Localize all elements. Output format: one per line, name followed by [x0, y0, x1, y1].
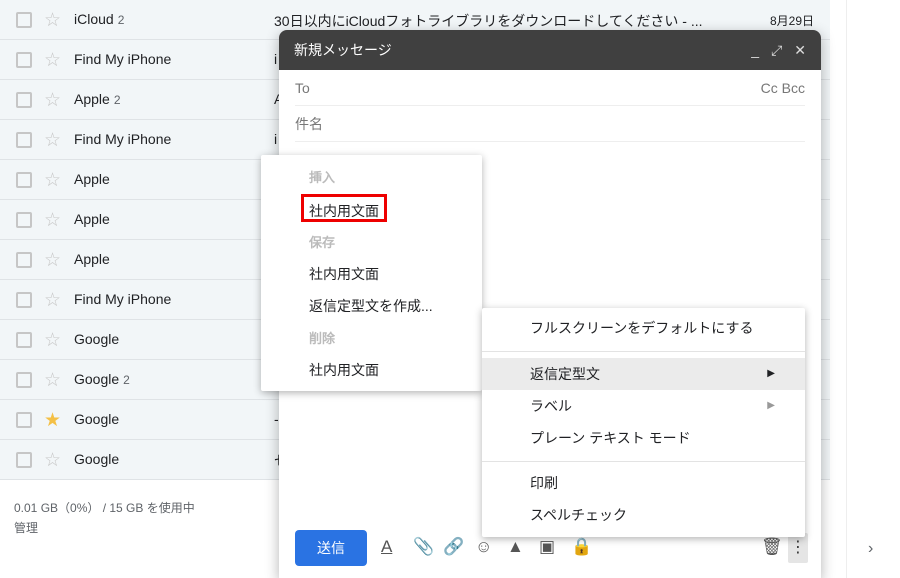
select-checkbox[interactable]: [16, 332, 32, 348]
delete-header: 削除: [309, 331, 336, 346]
select-checkbox[interactable]: [16, 12, 32, 28]
star-icon[interactable]: ☆: [44, 89, 61, 112]
subject-field[interactable]: 件名: [295, 106, 805, 142]
email-sender: Find My iPhone: [74, 131, 172, 147]
more-options-button[interactable]: ⋮: [788, 533, 808, 563]
delete-template-item[interactable]: 社内用文面: [309, 360, 379, 380]
divider: [482, 351, 805, 352]
divider: [482, 461, 805, 462]
email-sender: Apple: [74, 211, 110, 227]
plaintext-mode-item[interactable]: プレーン テキスト モード: [482, 422, 805, 454]
email-date: 8月29日: [769, 14, 814, 28]
star-icon[interactable]: ☆: [44, 249, 61, 272]
select-checkbox[interactable]: [16, 292, 32, 308]
select-checkbox[interactable]: [16, 452, 32, 468]
save-template-item[interactable]: 社内用文面: [309, 264, 379, 284]
select-checkbox[interactable]: [16, 132, 32, 148]
fullscreen-icon[interactable]: ⤢: [771, 42, 782, 59]
confidential-mode-icon[interactable]: 🔒: [571, 537, 592, 557]
templates-submenu: 挿入 社内用文面 保存 社内用文面 返信定型文を作成... 削除 社内用文面: [261, 155, 482, 391]
label-label: ラベル: [530, 398, 572, 414]
email-sender: Apple: [74, 171, 110, 187]
email-sender: Google: [74, 411, 120, 427]
print-item[interactable]: 印刷: [482, 467, 805, 499]
email-sender: Apple: [74, 251, 110, 267]
email-sender: Apple 2: [74, 91, 121, 107]
manage-link[interactable]: 管理: [14, 518, 195, 538]
star-icon[interactable]: ☆: [44, 329, 61, 352]
templates-label: 返信定型文: [530, 366, 600, 382]
label-item[interactable]: ラベル ▶: [482, 390, 805, 422]
storage-info: 0.01 GB（0%） / 15 GB を使用中 管理: [14, 498, 195, 538]
fullscreen-default-item[interactable]: フルスクリーンをデフォルトにする: [482, 312, 805, 344]
star-icon[interactable]: ☆: [44, 169, 61, 192]
select-checkbox[interactable]: [16, 212, 32, 228]
more-options-menu: フルスクリーンをデフォルトにする 返信定型文 ▶ ラベル ▶ プレーン テキスト モ…: [482, 308, 805, 537]
create-template-item[interactable]: 返信定型文を作成...: [309, 296, 433, 316]
star-icon[interactable]: ☆: [44, 449, 61, 472]
close-icon[interactable]: ✕: [794, 42, 806, 59]
star-icon[interactable]: ☆: [44, 209, 61, 232]
star-icon[interactable]: ☆: [44, 289, 61, 312]
email-sender: Google: [74, 451, 120, 467]
select-checkbox[interactable]: [16, 52, 32, 68]
star-icon[interactable]: ☆: [44, 9, 61, 32]
select-checkbox[interactable]: [16, 172, 32, 188]
select-checkbox[interactable]: [16, 252, 32, 268]
star-icon[interactable]: ☆: [44, 369, 61, 392]
highlight-box: [301, 194, 387, 222]
to-field[interactable]: To Cc Bcc: [295, 70, 805, 106]
email-sender: iCloud 2: [74, 11, 125, 27]
thread-count: 2: [113, 93, 121, 107]
attach-icon[interactable]: 📎: [413, 537, 434, 557]
star-icon[interactable]: ☆: [44, 129, 61, 152]
email-sender: Google: [74, 331, 120, 347]
star-icon[interactable]: ★: [44, 409, 61, 432]
discard-trash-icon[interactable]: 🗑: [761, 537, 783, 557]
cc-bcc-link[interactable]: Cc Bcc: [761, 80, 805, 96]
to-label: To: [295, 79, 310, 96]
email-sender: Google 2: [74, 371, 130, 387]
drive-icon[interactable]: ▲: [507, 537, 524, 557]
thread-count: 2: [123, 373, 130, 387]
storage-usage: 0.01 GB（0%） / 15 GB を使用中: [14, 501, 195, 515]
select-checkbox[interactable]: [16, 372, 32, 388]
subject-placeholder: 件名: [295, 115, 323, 132]
formatting-icon[interactable]: A: [381, 537, 392, 557]
select-checkbox[interactable]: [16, 92, 32, 108]
thread-count: 2: [117, 13, 125, 27]
templates-item[interactable]: 返信定型文 ▶: [482, 358, 805, 390]
side-panel: [846, 0, 900, 578]
email-subject: 30日以内にiCloudフォトライブラリをダウンロードしてください - ...: [274, 13, 703, 29]
minimize-icon[interactable]: _: [751, 42, 759, 58]
email-sender: Find My iPhone: [74, 51, 172, 67]
select-checkbox[interactable]: [16, 412, 32, 428]
spellcheck-item[interactable]: スペルチェック: [482, 499, 805, 531]
link-icon[interactable]: 🔗: [443, 537, 464, 557]
submenu-arrow-icon: ▶: [767, 368, 775, 379]
expand-panel-chevron-icon[interactable]: ›: [868, 540, 873, 558]
email-sender: Find My iPhone: [74, 291, 172, 307]
insert-header: 挿入: [309, 170, 336, 185]
photo-icon[interactable]: ▣: [539, 537, 555, 557]
compose-title: 新規メッセージ: [294, 42, 392, 58]
star-icon[interactable]: ☆: [44, 49, 61, 72]
save-header: 保存: [309, 235, 336, 250]
compose-header: 新規メッセージ _ ⤢ ✕: [279, 30, 821, 70]
send-button[interactable]: 送信: [295, 530, 367, 566]
submenu-arrow-icon: ▶: [767, 400, 775, 411]
emoji-icon[interactable]: ☺: [475, 537, 492, 557]
